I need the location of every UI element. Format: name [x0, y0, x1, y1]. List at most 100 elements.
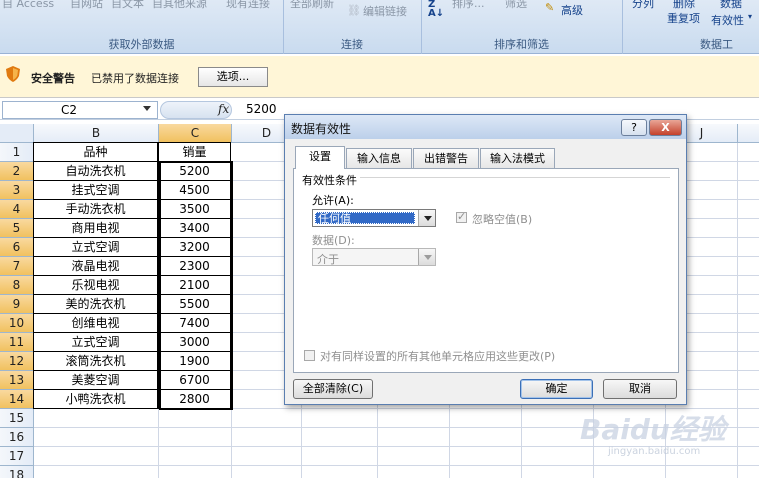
table-cell[interactable] [378, 428, 450, 447]
chevron-down-icon[interactable]: ▾ [748, 12, 752, 21]
row-header[interactable]: 14 [0, 390, 34, 409]
table-cell[interactable]: 7400 [158, 313, 231, 333]
row-header[interactable]: 1 [0, 143, 34, 162]
row-header[interactable]: 3 [0, 181, 34, 200]
table-cell[interactable]: 挂式空调 [33, 180, 158, 200]
table-cell[interactable] [738, 409, 759, 428]
table-cell[interactable]: 3000 [158, 332, 231, 352]
row-header[interactable]: 12 [0, 352, 34, 371]
ribbon-edit-links[interactable]: 编辑链接 [363, 3, 407, 19]
table-cell[interactable] [232, 466, 302, 478]
table-cell[interactable] [594, 466, 666, 478]
table-cell[interactable] [378, 409, 450, 428]
ribbon-from-text[interactable]: 自文本 [111, 0, 144, 11]
table-cell[interactable]: 4500 [158, 180, 231, 200]
table-cell[interactable] [738, 295, 759, 314]
column-header[interactable]: C [159, 124, 232, 143]
column-header[interactable]: B [34, 124, 159, 143]
allow-select[interactable]: 任何值 [312, 209, 436, 227]
table-cell[interactable] [302, 409, 378, 428]
row-header[interactable]: 10 [0, 314, 34, 333]
table-cell[interactable]: 5200 [158, 161, 231, 181]
fx-icon[interactable]: fx [218, 102, 229, 116]
table-cell[interactable]: 自动洗衣机 [33, 161, 158, 181]
row-header[interactable]: 17 [0, 447, 34, 466]
table-cell[interactable] [159, 447, 232, 466]
table-cell[interactable] [34, 466, 159, 478]
chevron-down-icon[interactable] [418, 249, 435, 265]
row-header[interactable]: 6 [0, 238, 34, 257]
table-cell[interactable]: 液晶电视 [33, 256, 158, 276]
table-cell[interactable]: 2100 [158, 275, 231, 295]
tab-error-alert[interactable]: 出错警告 [413, 148, 479, 168]
table-cell[interactable]: 乐视电视 [33, 275, 158, 295]
row-header[interactable]: 9 [0, 295, 34, 314]
ribbon-text-to-columns[interactable]: 分列 [632, 0, 654, 11]
table-cell[interactable] [738, 314, 759, 333]
table-cell[interactable] [738, 162, 759, 181]
table-cell[interactable] [666, 466, 738, 478]
table-cell[interactable] [302, 466, 378, 478]
table-cell[interactable] [738, 333, 759, 352]
ribbon-from-other[interactable]: 自其他来源 [152, 0, 207, 11]
tab-input-message[interactable]: 输入信息 [346, 148, 412, 168]
ignore-blank-checkbox[interactable] [456, 210, 467, 223]
table-cell[interactable]: 2800 [158, 389, 231, 409]
data-select[interactable]: 介于 [312, 248, 436, 266]
table-cell[interactable] [232, 409, 302, 428]
table-cell[interactable] [34, 447, 159, 466]
table-cell[interactable] [738, 466, 759, 478]
table-cell[interactable] [738, 238, 759, 257]
ribbon-from-access[interactable]: 自 Access [2, 0, 54, 11]
formula-input[interactable]: 5200 [246, 102, 277, 116]
table-cell[interactable] [738, 447, 759, 466]
row-header[interactable]: 13 [0, 371, 34, 390]
table-cell[interactable] [738, 143, 759, 162]
table-cell[interactable] [738, 371, 759, 390]
table-cell[interactable] [302, 447, 378, 466]
table-cell[interactable] [738, 257, 759, 276]
table-cell[interactable]: 品种 [33, 142, 158, 162]
table-cell[interactable] [738, 352, 759, 371]
table-cell[interactable]: 6700 [158, 370, 231, 390]
row-header[interactable]: 4 [0, 200, 34, 219]
table-cell[interactable]: 2300 [158, 256, 231, 276]
row-header[interactable]: 16 [0, 428, 34, 447]
table-cell[interactable] [232, 428, 302, 447]
table-cell[interactable]: 商用电视 [33, 218, 158, 238]
sort-az-icon[interactable]: Z A↓ [428, 0, 444, 19]
chevron-down-icon[interactable] [418, 210, 435, 226]
row-header[interactable]: 8 [0, 276, 34, 295]
name-box[interactable]: C2 [2, 101, 158, 119]
table-cell[interactable] [159, 466, 232, 478]
table-cell[interactable] [450, 447, 522, 466]
table-cell[interactable]: 3200 [158, 237, 231, 257]
chevron-down-icon[interactable] [143, 106, 151, 111]
ok-button[interactable]: 确定 [520, 379, 593, 399]
row-header[interactable]: 7 [0, 257, 34, 276]
clear-all-button[interactable]: 全部清除(C) [293, 379, 373, 399]
table-cell[interactable] [738, 390, 759, 409]
ribbon-advanced[interactable]: 高级 [561, 2, 583, 18]
table-cell[interactable] [522, 447, 594, 466]
help-button[interactable]: ? [621, 119, 647, 136]
table-cell[interactable] [738, 200, 759, 219]
ribbon-data-validation[interactable]: 有效性 [711, 12, 744, 28]
table-cell[interactable]: 手动洗衣机 [33, 199, 158, 219]
ribbon-existing-connections[interactable]: 现有连接 [226, 0, 270, 11]
table-cell[interactable]: 美的洗衣机 [33, 294, 158, 314]
ribbon-data-label[interactable]: 数据 [720, 0, 742, 11]
column-header[interactable] [738, 124, 759, 143]
cancel-button[interactable]: 取消 [603, 379, 677, 399]
dialog-titlebar[interactable]: 数据有效性 ? X [285, 115, 686, 139]
ribbon-filter[interactable]: 筛选 [505, 0, 527, 11]
table-cell[interactable]: 3500 [158, 199, 231, 219]
ribbon-from-web[interactable]: 自网站 [70, 0, 103, 11]
ribbon-sort[interactable]: 排序... [452, 0, 485, 11]
options-button[interactable]: 选项... [198, 67, 268, 87]
table-cell[interactable]: 滚筒洗衣机 [33, 351, 158, 371]
table-cell[interactable] [34, 428, 159, 447]
table-cell[interactable] [159, 428, 232, 447]
table-cell[interactable] [302, 428, 378, 447]
table-cell[interactable] [450, 409, 522, 428]
